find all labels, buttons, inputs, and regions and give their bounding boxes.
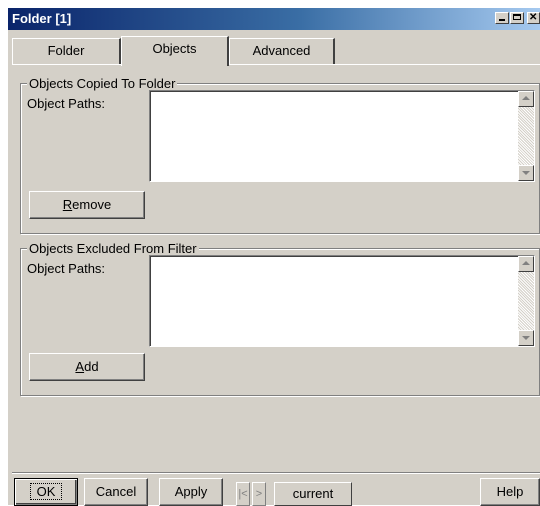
scroll-down-icon[interactable] — [518, 330, 534, 346]
remove-button[interactable]: Remove — [29, 191, 145, 219]
tab-advanced[interactable]: Advanced — [229, 38, 335, 64]
tab-objects[interactable]: Objects — [121, 36, 229, 66]
objects-copied-group: Objects Copied To Folder Object Paths: R… — [20, 76, 540, 234]
ok-button-label: OK — [29, 483, 63, 500]
copied-paths-scrollbar[interactable] — [518, 91, 534, 181]
previous-record-icon: > — [255, 488, 263, 500]
previous-record-button[interactable]: > — [252, 482, 266, 506]
folder-properties-window: Folder [1] Folder Objects Advanced Objec… — [8, 8, 540, 506]
window-title: Folder [1] — [12, 11, 72, 26]
tab-panel-border — [12, 64, 540, 65]
objects-excluded-legend: Objects Excluded From Filter — [27, 241, 199, 256]
excluded-paths-listbox[interactable] — [149, 255, 535, 347]
title-bar[interactable]: Folder [1] — [8, 8, 540, 30]
objects-copied-legend: Objects Copied To Folder — [27, 76, 178, 91]
copied-paths-listbox[interactable] — [149, 90, 535, 182]
apply-button[interactable]: Apply — [159, 478, 223, 506]
ok-button[interactable]: OK — [14, 478, 78, 506]
apply-button-label: Apply — [174, 484, 208, 499]
help-button-label: Help — [496, 484, 524, 499]
minimize-button[interactable] — [495, 12, 509, 24]
remove-button-rest: emove — [72, 197, 112, 212]
copied-paths-label: Object Paths: — [27, 96, 106, 111]
cancel-button-label: Cancel — [95, 484, 137, 499]
footer-separator — [12, 472, 540, 473]
first-record-button[interactable]: |< — [236, 482, 250, 506]
scroll-down-icon[interactable] — [518, 165, 534, 181]
scroll-up-icon[interactable] — [518, 91, 534, 107]
objects-excluded-group: Objects Excluded From Filter Object Path… — [20, 241, 540, 396]
first-record-icon: |< — [238, 488, 248, 500]
add-button-mnemonic: A — [75, 359, 85, 374]
excluded-paths-scrollbar[interactable] — [518, 256, 534, 346]
excluded-paths-label: Object Paths: — [27, 261, 106, 276]
tab-advanced-label: Advanced — [252, 43, 311, 58]
tab-objects-label: Objects — [152, 41, 197, 56]
add-button-rest: dd — [84, 359, 99, 374]
cancel-button[interactable]: Cancel — [84, 478, 148, 506]
current-record-button[interactable]: current — [274, 482, 352, 506]
help-button[interactable]: Help — [480, 478, 540, 506]
close-button[interactable] — [527, 11, 540, 25]
remove-button-mnemonic: R — [62, 197, 73, 212]
tab-folder[interactable]: Folder — [12, 38, 121, 64]
current-record-label: current — [292, 486, 334, 501]
add-button[interactable]: Add — [29, 353, 145, 381]
scroll-up-icon[interactable] — [518, 256, 534, 272]
maximize-button[interactable] — [510, 12, 524, 24]
tab-folder-label: Folder — [47, 43, 85, 58]
